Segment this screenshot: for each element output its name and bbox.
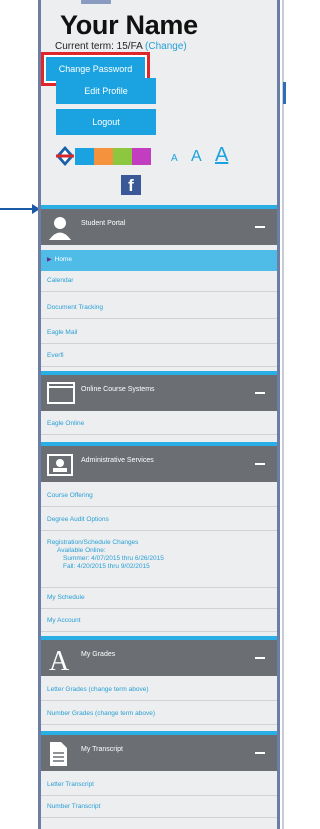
registration-fall: Fall: 4/20/2015 thru 9/02/2015 <box>63 563 150 570</box>
sidebar-item-letter-grades[interactable]: Letter Grades (change term above) <box>41 680 277 701</box>
page-background-left <box>0 0 38 829</box>
theme-swatch-blue[interactable] <box>75 148 94 165</box>
color-wheel-icon[interactable] <box>55 145 75 167</box>
admin-icon <box>47 454 73 476</box>
theme-swatch-purple[interactable] <box>132 148 151 165</box>
change-term-link[interactable]: (Change) <box>145 41 187 52</box>
registration-label: Registration/Schedule Changes <box>47 539 139 546</box>
font-size-large[interactable]: A <box>215 144 228 167</box>
document-icon <box>50 742 67 766</box>
window-icon <box>47 382 75 404</box>
collapse-icon[interactable] <box>255 392 265 394</box>
section-title: Online Course Systems <box>81 386 155 393</box>
sidebar-item-home[interactable]: Home <box>41 250 277 271</box>
letter-a-icon: A <box>49 646 70 674</box>
collapse-icon[interactable] <box>255 657 265 659</box>
registration-available: Available Online: <box>57 547 106 554</box>
sidebar-item-my-schedule[interactable]: My Schedule <box>41 588 277 609</box>
sidebar-item-number-transcript[interactable]: Number Transcript <box>41 797 277 818</box>
sidebar-panel: Your Name Current term: 15/FA (Change) E… <box>38 0 280 829</box>
person-icon <box>49 217 71 240</box>
current-term: Current term: 15/FA (Change) <box>55 41 277 52</box>
section-title: Administrative Services <box>81 457 154 464</box>
section-title: My Transcript <box>81 746 124 753</box>
collapse-icon[interactable] <box>255 226 265 228</box>
svg-text:A: A <box>49 646 70 674</box>
section-administrative-services[interactable]: Administrative Services <box>41 442 277 482</box>
collapse-icon[interactable] <box>255 752 265 754</box>
logout-button[interactable]: Logout <box>56 109 156 135</box>
section-my-grades[interactable]: A My Grades <box>41 636 277 676</box>
theme-selector: A A A <box>55 144 275 167</box>
sidebar-item-degree-audit[interactable]: Degree Audit Options <box>41 510 277 531</box>
sidebar-item-eagle-mail[interactable]: Eagle Mail <box>41 323 277 344</box>
section-online-course-systems[interactable]: Online Course Systems <box>41 371 277 411</box>
edit-profile-button[interactable]: Edit Profile <box>56 78 156 104</box>
section-title: My Grades <box>81 651 116 658</box>
registration-summer: Summer: 4/07/2015 thru 6/26/2015 <box>63 555 164 562</box>
sidebar-item-letter-transcript[interactable]: Letter Transcript <box>41 775 277 796</box>
sidebar-item-calendar[interactable]: Calendar <box>41 271 277 292</box>
right-edge-marker <box>283 82 286 104</box>
section-student-portal[interactable]: Student Portal <box>41 205 277 245</box>
sidebar-item-my-account[interactable]: My Account <box>41 611 277 632</box>
pointer-arrow <box>0 204 40 214</box>
current-term-label: Current term: 15/FA <box>55 41 143 52</box>
sidebar-item-course-offering[interactable]: Course Offering <box>41 486 277 507</box>
right-divider <box>282 0 284 829</box>
sidebar-item-document-tracking[interactable]: Document Tracking <box>41 298 277 319</box>
theme-swatch-green[interactable] <box>113 148 132 165</box>
sidebar-item-registration[interactable]: Registration/Schedule Changes Available … <box>41 534 277 588</box>
font-size-small[interactable]: A <box>171 153 178 164</box>
top-strip <box>41 0 277 8</box>
theme-swatch-orange[interactable] <box>94 148 113 165</box>
sidebar-item-everfi[interactable]: Everfi <box>41 346 277 367</box>
font-size-medium[interactable]: A <box>191 148 202 166</box>
section-title: Student Portal <box>81 220 126 227</box>
user-name: Your Name <box>60 10 198 40</box>
sidebar-item-number-grades[interactable]: Number Grades (change term above) <box>41 704 277 725</box>
section-my-transcript[interactable]: My Transcript <box>41 731 277 771</box>
facebook-icon[interactable]: f <box>121 175 141 195</box>
collapse-icon[interactable] <box>255 463 265 465</box>
sidebar-item-eagle-online[interactable]: Eagle Online <box>41 414 277 435</box>
